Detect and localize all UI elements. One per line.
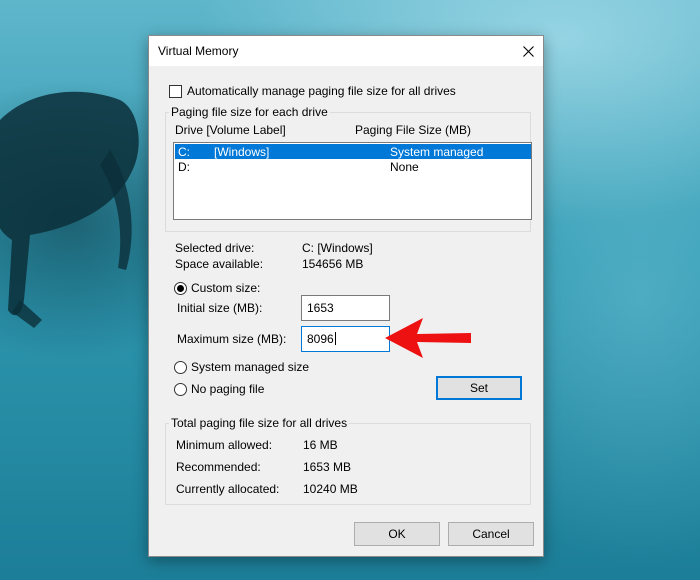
space-available-value: 154656 MB bbox=[302, 257, 364, 271]
set-button-label: Set bbox=[469, 381, 488, 395]
close-icon bbox=[522, 45, 534, 57]
minimum-allowed-label: Minimum allowed: bbox=[176, 438, 273, 452]
space-available-label: Space available: bbox=[175, 257, 264, 271]
drive-letter: D: bbox=[178, 160, 190, 174]
no-paging-label[interactable]: No paging file bbox=[191, 382, 264, 396]
text-caret bbox=[334, 332, 336, 345]
auto-manage-checkbox[interactable] bbox=[169, 85, 182, 98]
custom-size-label[interactable]: Custom size: bbox=[191, 281, 260, 295]
initial-size-input[interactable]: 1653 bbox=[301, 295, 390, 321]
red-arrow-annotation bbox=[385, 318, 471, 358]
maximum-size-input[interactable]: 8096 bbox=[301, 326, 390, 352]
ok-button-label: OK bbox=[388, 527, 406, 541]
set-button[interactable]: Set bbox=[436, 376, 522, 400]
column-header-size: Paging File Size (MB) bbox=[355, 123, 472, 137]
drives-group-title: Paging file size for each drive bbox=[169, 105, 330, 119]
cancel-button-label: Cancel bbox=[472, 527, 510, 541]
column-header-drive: Drive [Volume Label] bbox=[175, 123, 286, 137]
system-managed-radio[interactable] bbox=[174, 361, 187, 374]
currently-allocated-value: 10240 MB bbox=[303, 482, 358, 496]
drives-listbox[interactable]: C: [Windows] System managed D: None bbox=[173, 142, 532, 220]
drive-letter: C: bbox=[178, 145, 190, 159]
minimum-allowed-value: 16 MB bbox=[303, 438, 338, 452]
recommended-value: 1653 MB bbox=[303, 460, 352, 474]
maximum-size-value: 8096 bbox=[307, 332, 334, 346]
recommended-label: Recommended: bbox=[176, 460, 261, 474]
currently-allocated-label: Currently allocated: bbox=[176, 482, 280, 496]
system-managed-label[interactable]: System managed size bbox=[191, 360, 309, 374]
ok-button[interactable]: OK bbox=[354, 522, 440, 546]
drive-row-c[interactable]: C: [Windows] System managed bbox=[175, 144, 531, 159]
no-paging-radio[interactable] bbox=[174, 383, 187, 396]
totals-group-title: Total paging file size for all drives bbox=[169, 416, 350, 430]
drive-paging-size: System managed bbox=[390, 145, 484, 159]
initial-size-label: Initial size (MB): bbox=[177, 301, 263, 315]
title-bar: Virtual Memory bbox=[149, 36, 543, 66]
custom-size-radio[interactable] bbox=[174, 282, 187, 295]
cancel-button[interactable]: Cancel bbox=[448, 522, 534, 546]
close-button[interactable] bbox=[513, 36, 543, 66]
swimmer-silhouette bbox=[0, 91, 139, 328]
window-title: Virtual Memory bbox=[158, 44, 239, 58]
auto-manage-label[interactable]: Automatically manage paging file size fo… bbox=[187, 84, 456, 98]
selected-drive-label: Selected drive: bbox=[175, 241, 255, 255]
initial-size-value: 1653 bbox=[307, 301, 334, 315]
drive-volume-label: [Windows] bbox=[214, 145, 270, 159]
maximum-size-label: Maximum size (MB): bbox=[177, 332, 287, 346]
drive-paging-size: None bbox=[390, 160, 419, 174]
drive-row-d[interactable]: D: None bbox=[175, 159, 531, 174]
virtual-memory-dialog: Virtual Memory Automatically manage pagi… bbox=[148, 35, 544, 557]
selected-drive-value: C: [Windows] bbox=[302, 241, 373, 255]
